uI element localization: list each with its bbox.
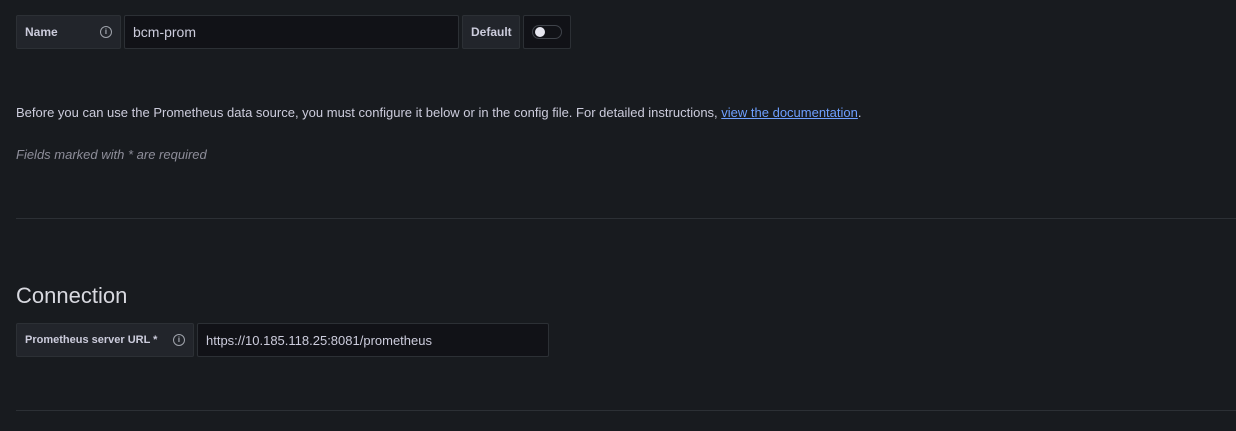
default-label-text: Default [471,25,512,39]
intro-suffix: . [857,105,862,120]
name-row: Name i Default [16,15,571,49]
connection-section-title: Connection [16,283,128,308]
section-divider [16,218,1236,219]
required-fields-note: Fields marked with * are required [16,147,207,162]
toggle-knob [535,27,545,37]
server-url-label-text: Prometheus server URL * [25,334,158,346]
default-label: Default [462,15,520,49]
datasource-settings-page: Name i Default Before you can use the Pr… [0,0,1236,431]
info-icon[interactable]: i [173,334,185,346]
name-input[interactable] [124,15,459,49]
section-divider [16,410,1236,411]
server-url-input[interactable] [197,323,549,357]
name-label: Name i [16,15,121,49]
name-label-text: Name [25,25,58,39]
intro-body: Before you can use the Prometheus data s… [16,105,722,120]
server-url-row: Prometheus server URL * i [16,323,549,357]
default-toggle-container [523,15,571,49]
default-toggle[interactable] [532,25,562,39]
intro-text: Before you can use the Prometheus data s… [16,105,862,120]
documentation-link[interactable]: view the documentation [721,105,858,120]
server-url-label: Prometheus server URL * i [16,323,194,357]
info-icon[interactable]: i [100,26,112,38]
